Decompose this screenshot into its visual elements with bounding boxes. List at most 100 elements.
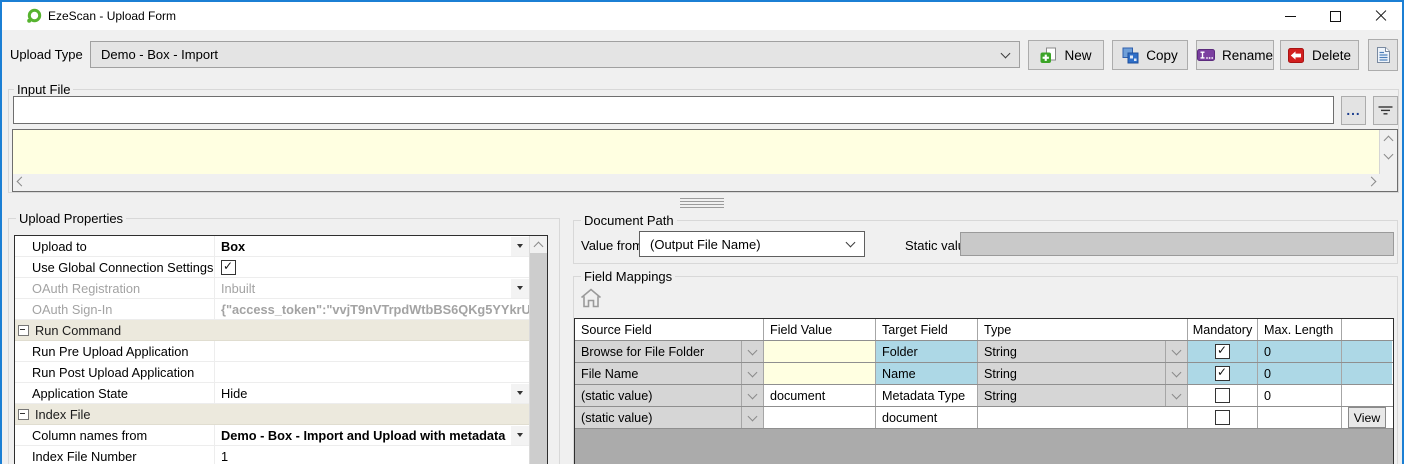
chevron-down-icon[interactable] — [741, 385, 763, 406]
dropdown-button[interactable] — [511, 237, 529, 256]
property-group-run-command[interactable]: Run Command — [15, 320, 530, 341]
target-field-cell[interactable]: Folder — [876, 341, 978, 362]
max-length-cell[interactable]: 0 — [1258, 385, 1342, 406]
rename-button-label: Rename — [1222, 48, 1273, 63]
source-field-dropdown[interactable]: (static value) — [575, 385, 764, 406]
home-icon — [580, 288, 602, 308]
new-icon — [1040, 47, 1057, 64]
property-row-pre-upload: Run Pre Upload Application — [15, 341, 530, 362]
mandatory-checkbox[interactable] — [1215, 344, 1230, 359]
mandatory-checkbox[interactable] — [1215, 410, 1230, 425]
field-value-cell[interactable] — [764, 341, 876, 362]
action-cell — [1342, 341, 1392, 362]
property-row-oauth-signin: OAuth Sign-In {"access_token":"vvjT9nVTr… — [15, 299, 530, 320]
chevron-down-icon[interactable] — [1165, 341, 1187, 362]
preview-vertical-scrollbar[interactable] — [1380, 130, 1397, 174]
scroll-up-icon[interactable] — [530, 236, 547, 253]
copy-button[interactable]: Copy — [1112, 40, 1188, 70]
property-name: Run Pre Upload Application — [32, 344, 189, 359]
property-row-post-upload: Run Post Upload Application — [15, 362, 530, 383]
splitter-handle[interactable] — [680, 198, 724, 208]
upload-type-value: Demo - Box - Import — [101, 47, 218, 62]
property-value[interactable] — [214, 341, 530, 361]
copy-icon — [1122, 47, 1139, 64]
dropdown-button[interactable] — [511, 279, 529, 298]
chevron-down-icon[interactable] — [1165, 363, 1187, 384]
maximize-button[interactable] — [1313, 2, 1358, 30]
max-length-cell[interactable]: 0 — [1258, 363, 1342, 384]
source-field-dropdown[interactable]: File Name — [575, 363, 764, 384]
field-value-cell[interactable] — [764, 363, 876, 384]
source-field-dropdown[interactable]: Browse for File Folder — [575, 341, 764, 362]
chevron-down-icon[interactable] — [741, 341, 763, 362]
delete-button[interactable]: Delete — [1280, 40, 1359, 70]
dropdown-button[interactable] — [511, 426, 529, 445]
property-value[interactable]: {"access_token":"vvjT9nVTrpdWtbBS6QKg5YY… — [214, 299, 530, 319]
col-type: Type — [978, 319, 1188, 340]
field-mappings-label: Field Mappings — [581, 269, 675, 284]
field-value-cell[interactable] — [764, 407, 876, 428]
field-value-cell[interactable]: document — [764, 385, 876, 406]
property-group-index-file[interactable]: Index File — [15, 404, 530, 425]
ellipsis-icon: ... — [1346, 103, 1360, 118]
minimize-button[interactable] — [1268, 2, 1313, 30]
input-file-value — [14, 102, 20, 117]
type-dropdown[interactable]: String — [978, 385, 1188, 406]
property-value[interactable] — [214, 362, 530, 382]
scroll-left-icon[interactable] — [13, 174, 30, 191]
mapping-row: File Name Name String 0 — [575, 363, 1393, 385]
scroll-right-icon[interactable] — [1363, 174, 1380, 191]
delete-button-label: Delete — [1312, 48, 1351, 63]
property-value[interactable]: Inbuilt — [214, 278, 530, 298]
chevron-down-icon[interactable] — [741, 407, 763, 428]
source-field-dropdown[interactable]: (static value) — [575, 407, 764, 428]
target-field-cell[interactable]: document — [876, 407, 978, 428]
dropdown-button[interactable] — [511, 384, 529, 403]
close-button[interactable] — [1358, 2, 1403, 30]
property-value[interactable]: Box — [214, 236, 530, 256]
target-field-cell[interactable]: Metadata Type — [876, 385, 978, 406]
chevron-down-icon[interactable] — [741, 363, 763, 384]
chevron-down-icon[interactable] — [1165, 385, 1187, 406]
maximize-icon — [1330, 11, 1341, 22]
upload-properties-label: Upload Properties — [16, 211, 126, 226]
static-value-field — [960, 232, 1394, 256]
property-name: OAuth Registration — [32, 281, 140, 296]
properties-vertical-scrollbar[interactable] — [529, 236, 547, 464]
max-length-cell[interactable]: 0 — [1258, 341, 1342, 362]
col-field-value: Field Value — [764, 319, 876, 340]
upload-type-combobox[interactable]: Demo - Box - Import — [90, 41, 1020, 68]
document-path-label: Document Path — [581, 213, 677, 228]
value-from-combobox[interactable]: (Output File Name) — [639, 231, 865, 257]
type-dropdown[interactable]: String — [978, 341, 1188, 362]
input-file-field[interactable] — [13, 96, 1334, 124]
property-value[interactable]: Hide — [214, 383, 530, 403]
new-button[interactable]: New — [1028, 40, 1104, 70]
form-properties-button[interactable] — [1368, 39, 1398, 71]
collapse-icon[interactable] — [18, 325, 29, 336]
ezescan-logo-icon — [26, 8, 42, 24]
view-button[interactable]: View — [1348, 407, 1386, 428]
property-value[interactable]: Demo - Box - Import and Upload with meta… — [214, 425, 530, 445]
scrollbar-thumb[interactable] — [530, 253, 547, 464]
rename-icon — [1197, 47, 1215, 63]
col-target-field: Target Field — [876, 319, 978, 340]
file-preview-content[interactable] — [13, 130, 1380, 174]
collapse-icon[interactable] — [18, 409, 29, 420]
scroll-up-icon[interactable] — [1380, 130, 1397, 147]
property-value[interactable]: 1 — [214, 446, 530, 464]
rename-button[interactable]: Rename — [1196, 40, 1274, 70]
preview-horizontal-scrollbar[interactable] — [13, 174, 1380, 191]
file-preview-pane[interactable] — [12, 129, 1398, 192]
browse-button[interactable]: ... — [1341, 96, 1366, 125]
home-button[interactable] — [580, 288, 602, 308]
max-length-cell[interactable] — [1258, 407, 1342, 428]
type-dropdown[interactable]: String — [978, 363, 1188, 384]
mandatory-checkbox[interactable] — [1215, 388, 1230, 403]
filter-button[interactable] — [1373, 96, 1398, 125]
mandatory-checkbox[interactable] — [1215, 366, 1230, 381]
type-cell[interactable] — [978, 407, 1188, 428]
global-settings-checkbox[interactable] — [221, 260, 236, 275]
scroll-down-icon[interactable] — [1380, 147, 1397, 164]
target-field-cell[interactable]: Name — [876, 363, 978, 384]
